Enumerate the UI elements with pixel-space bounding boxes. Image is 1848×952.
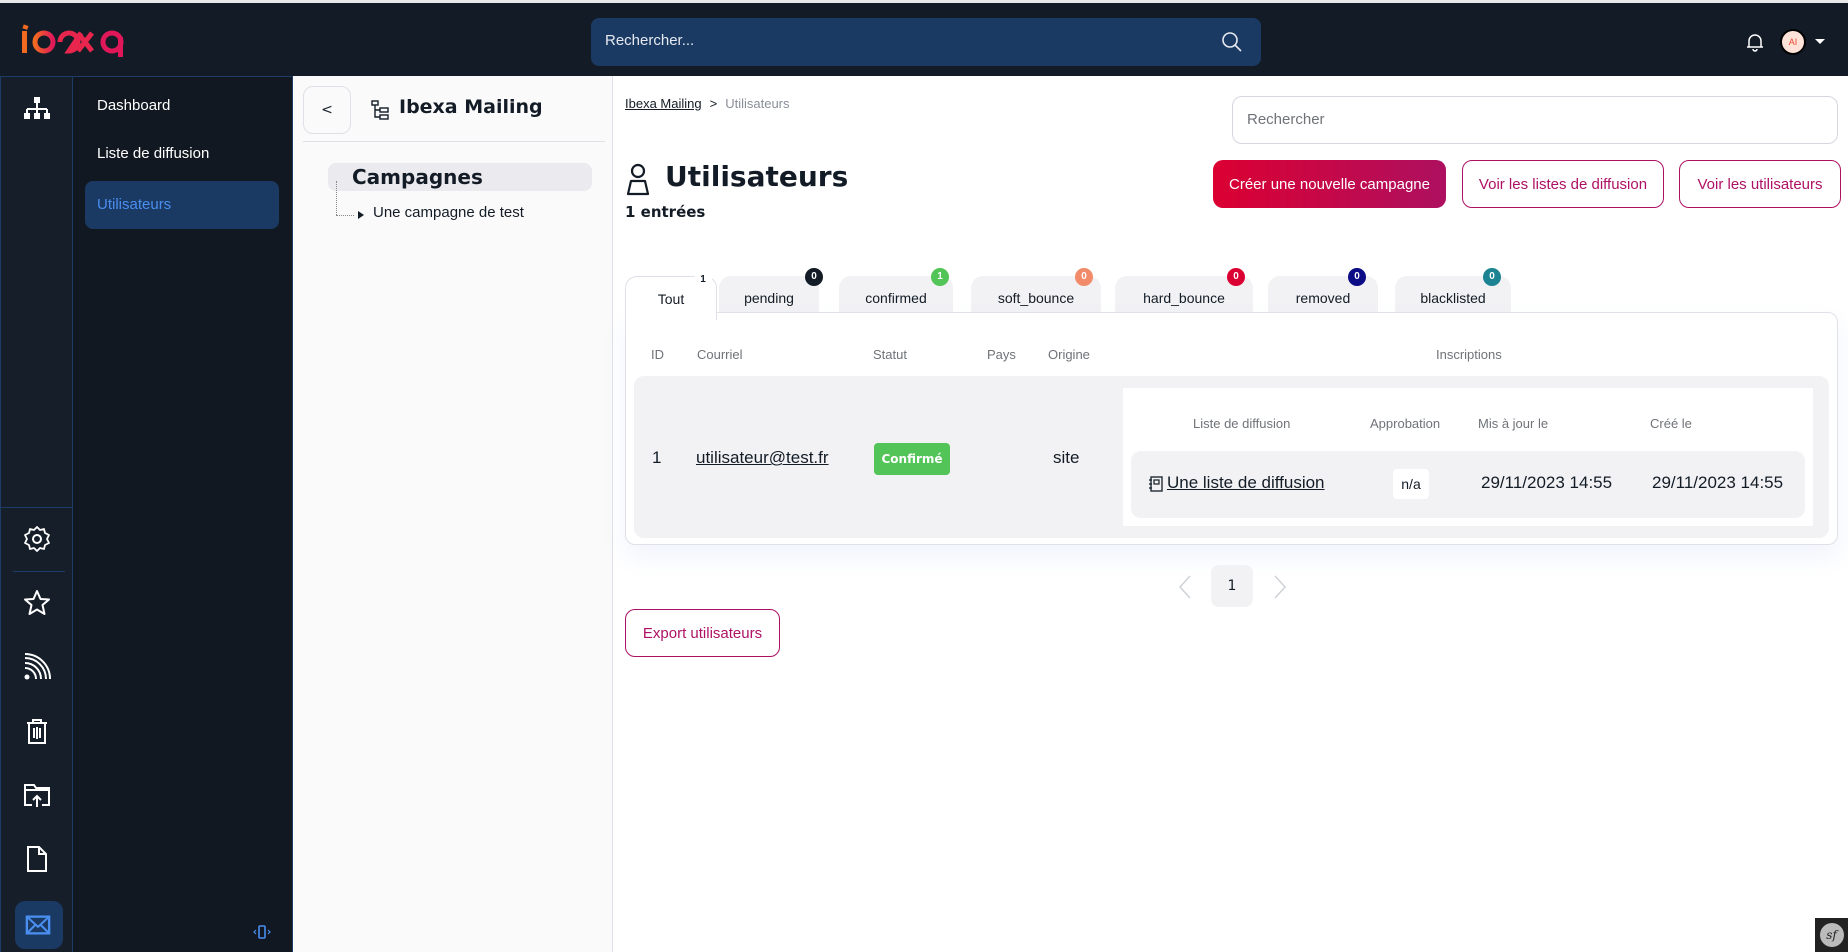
tree-structure-icon <box>371 100 389 120</box>
user-search[interactable] <box>1232 96 1838 144</box>
tab-label: soft_bounce <box>997 290 1075 306</box>
breadcrumb-link-ibexa-mailing[interactable]: Ibexa Mailing <box>625 96 702 111</box>
tab-count-badge: 0 <box>1075 268 1093 286</box>
tab-count-badge: 1 <box>694 271 712 289</box>
sub-header-approval: Approbation <box>1370 416 1441 431</box>
column-header-origin: Origine <box>1048 347 1090 362</box>
tab-count-badge: 0 <box>1227 268 1245 286</box>
trash-icon[interactable] <box>23 717 51 745</box>
page-title: Utilisateurs <box>665 160 849 193</box>
pagination-next-icon[interactable] <box>1273 574 1287 600</box>
user-search-input[interactable] <box>1247 111 1807 128</box>
search-icon[interactable] <box>1221 31 1243 53</box>
tree-connector <box>336 215 354 216</box>
global-search[interactable] <box>591 18 1261 66</box>
tree-title: Ibexa Mailing <box>399 96 543 118</box>
column-header-country: Pays <box>987 347 1016 362</box>
subnav-item-dashboard[interactable]: Dashboard <box>85 82 279 130</box>
tab-count-badge: 1 <box>931 268 949 286</box>
user-menu-caret-icon[interactable] <box>1815 39 1825 44</box>
cell-id: 1 <box>652 448 662 467</box>
breadcrumb-current: Utilisateurs <box>725 96 790 111</box>
column-header-status: Statut <box>873 347 907 362</box>
tab-count-badge: 0 <box>805 268 823 286</box>
rail-divider <box>13 571 65 572</box>
sub-header-list: Liste de diffusion <box>1193 416 1291 431</box>
pagination-page-current[interactable]: 1 <box>1211 565 1253 607</box>
expand-arrow-icon[interactable] <box>358 211 364 219</box>
view-mailing-lists-button[interactable]: Voir les listes de diffusion <box>1462 160 1664 208</box>
icon-rail <box>0 76 73 952</box>
collapse-sidebar-icon[interactable] <box>253 923 271 941</box>
back-button[interactable]: < <box>303 86 351 134</box>
tree-root-node[interactable]: Campagnes <box>328 163 592 191</box>
avatar[interactable]: AI <box>1780 29 1806 55</box>
feed-icon[interactable] <box>23 653 51 681</box>
sub-navigation: Dashboard Liste de diffusion Utilisateur… <box>73 76 293 952</box>
column-header-email: Courriel <box>697 347 743 362</box>
bell-icon[interactable] <box>1744 31 1766 53</box>
notebook-icon <box>1149 476 1163 492</box>
divider <box>303 141 605 142</box>
user-icon <box>626 163 650 196</box>
ibexa-logo[interactable] <box>20 21 140 61</box>
entry-count: 1 entrées <box>625 203 706 221</box>
symfony-toolbar-toggle[interactable]: sf <box>1815 918 1848 952</box>
sub-header-created: Créé le <box>1650 416 1692 431</box>
main-content: Ibexa Mailing>Utilisateurs Utilisateurs … <box>613 76 1848 952</box>
pagination-prev-icon[interactable] <box>1178 574 1192 600</box>
tab-count-badge: 0 <box>1348 268 1366 286</box>
export-users-button[interactable]: Export utilisateurs <box>625 609 780 657</box>
tab-label: confirmed <box>865 290 927 306</box>
breadcrumb-separator: > <box>709 96 718 111</box>
file-icon[interactable] <box>23 845 51 873</box>
status-badge: Confirmé <box>874 443 950 475</box>
table-row: 1 utilisateur@test.fr Confirmé site List… <box>634 376 1829 538</box>
tab-label: Tout <box>657 291 685 307</box>
content-tree-panel: < Ibexa Mailing Campagnes Une campagne d… <box>293 76 613 952</box>
tab-label: removed <box>1295 290 1351 306</box>
breadcrumb: Ibexa Mailing > Utilisateurs <box>625 96 790 111</box>
cell-origin: site <box>1053 448 1080 467</box>
cell-email-link[interactable]: utilisateur@test.fr <box>696 448 829 468</box>
mail-icon[interactable] <box>25 911 51 939</box>
symfony-icon: sf <box>1819 923 1844 947</box>
column-header-id: ID <box>651 347 664 362</box>
tab-label: hard_bounce <box>1143 290 1225 306</box>
updated-date: 29/11/2023 14:55 <box>1481 473 1613 492</box>
tree-connector <box>336 181 337 215</box>
gear-icon[interactable] <box>23 525 51 553</box>
created-date: 29/11/2023 14:55 <box>1652 473 1784 492</box>
users-table: ID Courriel Statut Pays Origine Inscript… <box>625 312 1838 545</box>
star-icon[interactable] <box>23 589 51 617</box>
folder-upload-icon[interactable] <box>23 781 51 809</box>
column-header-subscriptions: Inscriptions <box>1436 347 1502 362</box>
approval-value: n/a <box>1393 469 1429 499</box>
top-bar: AI <box>0 0 1848 76</box>
subscriptions-table: Liste de diffusion Approbation Mis à jou… <box>1123 388 1813 526</box>
subscription-row: Une liste de diffusion n/a 29/11/2023 14… <box>1131 451 1805 518</box>
rail-divider <box>1 507 73 508</box>
subnav-item-mailing-lists[interactable]: Liste de diffusion <box>85 130 279 178</box>
subnav-item-users[interactable]: Utilisateurs <box>85 181 279 229</box>
tab-label: blacklisted <box>1420 290 1486 306</box>
global-search-input[interactable] <box>605 32 1185 49</box>
tab-label: pending <box>744 290 794 306</box>
tab-count-badge: 0 <box>1483 268 1501 286</box>
view-users-button[interactable]: Voir les utilisateurs <box>1679 160 1841 208</box>
mailing-list-link[interactable]: Une liste de diffusion <box>1167 473 1325 493</box>
tab-all[interactable]: Tout 1 <box>625 271 717 320</box>
create-campaign-button[interactable]: Créer une nouvelle campagne <box>1213 160 1446 208</box>
sub-header-updated: Mis à jour le <box>1478 416 1549 431</box>
sitemap-icon[interactable] <box>23 95 51 123</box>
tree-node-campaign[interactable]: Une campagne de test <box>373 204 524 221</box>
